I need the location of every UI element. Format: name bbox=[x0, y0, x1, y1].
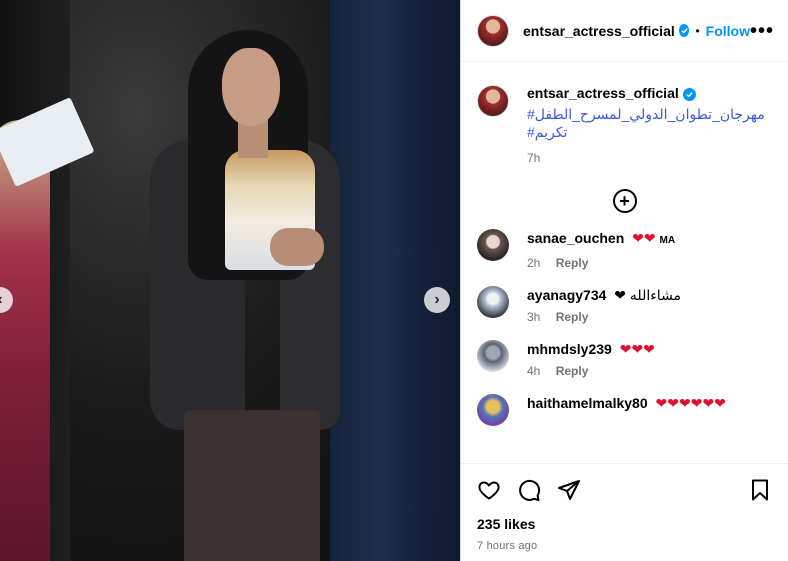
caption-avatar[interactable] bbox=[477, 85, 509, 117]
person-left-figure bbox=[0, 120, 50, 561]
next-photo-button[interactable]: › bbox=[424, 287, 450, 313]
commenter-avatar[interactable] bbox=[477, 340, 509, 372]
hands bbox=[270, 228, 324, 266]
comment-item: haithamelmalky80 ❤❤❤❤❤❤ bbox=[461, 394, 788, 426]
plus-circle-icon: + bbox=[612, 189, 637, 213]
author-avatar[interactable] bbox=[477, 14, 509, 47]
comment-icon[interactable] bbox=[517, 478, 541, 502]
trousers bbox=[184, 410, 320, 561]
comment-text: ❤❤❤❤❤❤ bbox=[655, 395, 726, 411]
hashtag-link[interactable]: #مهرجان_تطوان_الدولي_لمسرح_الطفل bbox=[527, 105, 765, 123]
verified-badge-icon bbox=[682, 88, 696, 101]
comment-suffix: MA bbox=[659, 235, 676, 246]
comment-text: ❤❤ bbox=[632, 230, 656, 246]
face bbox=[222, 48, 280, 126]
post-photo[interactable]: ‹ › bbox=[0, 0, 460, 561]
author-username[interactable]: entsar_actress_official bbox=[523, 23, 675, 39]
follow-button[interactable]: Follow bbox=[706, 23, 750, 39]
commenter-avatar[interactable] bbox=[477, 394, 509, 426]
hashtag-link[interactable]: #تكريم bbox=[527, 123, 765, 141]
comment-item: ayanagy734 ❤ مشاءالله 3h Reply bbox=[461, 286, 788, 324]
comment-text: ❤ مشاءالله bbox=[614, 287, 682, 303]
comment-username[interactable]: ayanagy734 bbox=[527, 287, 606, 303]
verified-badge-icon bbox=[678, 24, 690, 37]
post-caption: entsar_actress_official #مهرجان_تطوان_ال… bbox=[461, 63, 788, 165]
caption-time: 7h bbox=[527, 151, 541, 165]
comment-username[interactable]: mhmdsly239 bbox=[527, 341, 612, 357]
post-timestamp: 7 hours ago bbox=[477, 540, 538, 552]
commenter-avatar[interactable] bbox=[477, 286, 509, 318]
chevron-right-icon: › bbox=[434, 291, 440, 308]
comment-time: 3h bbox=[527, 310, 541, 324]
more-options-icon[interactable]: ••• bbox=[750, 21, 774, 41]
curtain-right bbox=[330, 0, 460, 561]
load-more-comments-button[interactable]: + bbox=[461, 189, 788, 213]
caption-hashtags: #مهرجان_تطوان_الدولي_لمسرح_الطفل #تكريم bbox=[527, 105, 765, 141]
comments-list[interactable]: entsar_actress_official #مهرجان_تطوان_ال… bbox=[461, 63, 788, 463]
reply-button[interactable]: Reply bbox=[556, 256, 589, 270]
comment-time: 2h bbox=[527, 256, 541, 270]
reply-button[interactable]: Reply bbox=[556, 364, 589, 378]
heart-icon[interactable] bbox=[477, 478, 501, 502]
bookmark-icon[interactable] bbox=[748, 478, 772, 502]
comment-text: ❤❤❤ bbox=[619, 341, 655, 357]
commenter-avatar[interactable] bbox=[477, 229, 509, 261]
share-icon[interactable] bbox=[557, 478, 581, 502]
comment-time: 4h bbox=[527, 364, 541, 378]
caption-username[interactable]: entsar_actress_official bbox=[527, 85, 679, 101]
post-side-panel: entsar_actress_official • Follow ••• ent… bbox=[460, 0, 788, 561]
separator-dot: • bbox=[695, 23, 700, 38]
comment-item: mhmdsly239 ❤❤❤ 4h Reply bbox=[461, 340, 788, 378]
post-actions: 235 likes 7 hours ago bbox=[461, 463, 788, 561]
post-dialog: ‹ › entsar_actress_official • Follow •••… bbox=[0, 0, 788, 561]
comment-username[interactable]: sanae_ouchen bbox=[527, 230, 624, 246]
post-header: entsar_actress_official • Follow ••• bbox=[461, 0, 788, 62]
comment-item: sanae_ouchen ❤❤ MA 2h Reply bbox=[461, 229, 788, 270]
comment-username[interactable]: haithamelmalky80 bbox=[527, 395, 648, 411]
likes-count[interactable]: 235 likes bbox=[477, 516, 772, 532]
chevron-left-icon: ‹ bbox=[0, 291, 3, 309]
reply-button[interactable]: Reply bbox=[556, 310, 589, 324]
